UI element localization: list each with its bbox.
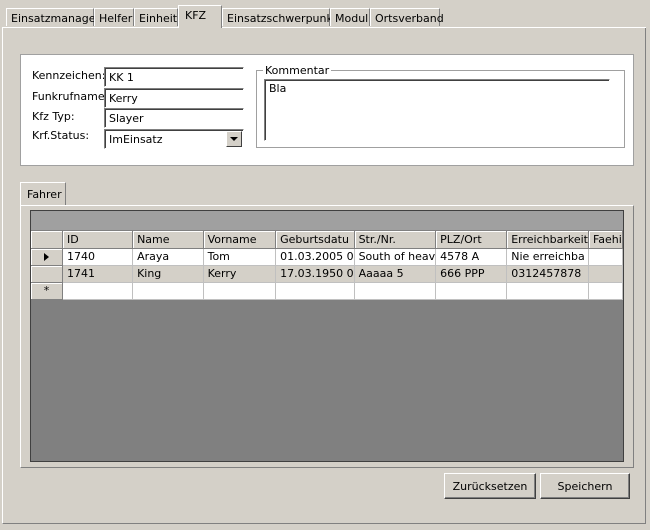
cell-empty[interactable] — [354, 282, 437, 300]
cell-strasse[interactable]: Aaaaa 5 — [354, 265, 437, 283]
vehicle-details-panel: Kennzeichen: KK 1 Funkrufname: Kerry Kfz… — [20, 54, 634, 166]
cell-erreichbarkeit[interactable]: Nie erreichba — [506, 248, 589, 266]
tab-ortsverband[interactable]: Ortsverband — [370, 8, 444, 26]
table-row[interactable]: 1740 Araya Tom 01.03.2005 0 South of hea… — [31, 248, 623, 266]
cell-empty[interactable] — [506, 282, 589, 300]
cell-plz-ort[interactable]: 4578 A — [435, 248, 508, 266]
tab-helfer[interactable]: Helfer — [94, 8, 134, 26]
tab-einheit[interactable]: Einheit — [134, 8, 178, 26]
kfztyp-label: Kfz Typ: — [32, 110, 75, 123]
cell-name[interactable]: King — [132, 265, 204, 283]
cell-id[interactable]: 1741 — [62, 265, 134, 283]
cell-id[interactable]: 1740 — [62, 248, 134, 266]
row-header-corner — [31, 231, 64, 249]
table-row[interactable]: 1741 King Kerry 17.03.1950 0 Aaaaa 5 666… — [31, 265, 623, 283]
row-header[interactable] — [31, 265, 64, 283]
status-select-value: ImEinsatz — [109, 133, 163, 146]
kommentar-group-title: Kommentar — [263, 64, 332, 77]
column-header-geburtsdatum[interactable]: Geburtsdatu — [275, 231, 355, 249]
tab-kfz[interactable]: KFZ — [178, 5, 222, 28]
cell-empty[interactable] — [62, 282, 134, 300]
cell-strasse[interactable]: South of heav — [354, 248, 437, 266]
column-header-name[interactable]: Name — [132, 231, 204, 249]
cell-empty[interactable] — [203, 282, 277, 300]
main-tab-strip: Einsatzmanager Helfer Einheit KFZ Einsat… — [0, 0, 650, 30]
kennzeichen-field[interactable]: KK 1 — [104, 67, 244, 87]
column-header-vorname[interactable]: Vorname — [203, 231, 277, 249]
kennzeichen-label: Kennzeichen: — [32, 69, 106, 82]
cell-name[interactable]: Araya — [132, 248, 204, 266]
grid-caption-bar — [31, 211, 623, 231]
column-header-strasse[interactable]: Str./Nr. — [354, 231, 437, 249]
new-row[interactable]: * — [31, 282, 623, 300]
tab-fahrer[interactable]: Fahrer — [20, 182, 66, 206]
save-button[interactable]: Speichern — [540, 473, 630, 499]
cell-plz-ort[interactable]: 666 PPP — [435, 265, 508, 283]
reset-button[interactable]: Zurücksetzen — [444, 473, 536, 499]
kfztyp-field[interactable]: Slayer — [104, 108, 244, 128]
column-header-erreichbarkeit[interactable]: Erreichbarkeit — [506, 231, 589, 249]
cell-faehigkeit[interactable] — [588, 265, 623, 283]
funkrufname-field[interactable]: Kerry — [104, 88, 244, 108]
fahrer-grid[interactable]: ID Name Vorname Geburtsdatu Str./Nr. PLZ… — [30, 210, 624, 462]
cell-empty[interactable] — [132, 282, 204, 300]
kommentar-textarea[interactable]: Bla — [264, 79, 610, 141]
fahrer-table: ID Name Vorname Geburtsdatu Str./Nr. PLZ… — [31, 231, 623, 300]
tab-modul[interactable]: Modul — [330, 8, 370, 26]
chevron-down-icon[interactable] — [226, 131, 242, 147]
cell-geburtsdatum[interactable]: 17.03.1950 0 — [275, 265, 355, 283]
column-header-plz-ort[interactable]: PLZ/Ort — [435, 231, 508, 249]
tab-einsatzschwerpunkt[interactable]: Einsatzschwerpunkt — [222, 8, 337, 26]
cell-empty[interactable] — [275, 282, 355, 300]
column-header-id[interactable]: ID — [62, 231, 134, 249]
cell-empty[interactable] — [435, 282, 508, 300]
current-row-arrow-icon[interactable] — [31, 248, 64, 266]
cell-geburtsdatum[interactable]: 01.03.2005 0 — [275, 248, 355, 266]
cell-erreichbarkeit[interactable]: 0312457878 — [506, 265, 589, 283]
new-row-asterisk-icon[interactable]: * — [31, 282, 64, 300]
cell-faehigkeit[interactable] — [588, 248, 623, 266]
status-select[interactable]: ImEinsatz — [104, 129, 244, 149]
tab-einsatzmanager[interactable]: Einsatzmanager — [6, 8, 100, 26]
column-header-faehigkeit[interactable]: Faehi — [588, 231, 623, 249]
cell-vorname[interactable]: Kerry — [203, 265, 277, 283]
funkrufname-label: Funkrufname: — [32, 90, 109, 103]
grid-header-row: ID Name Vorname Geburtsdatu Str./Nr. PLZ… — [31, 231, 623, 249]
cell-empty[interactable] — [588, 282, 623, 300]
cell-vorname[interactable]: Tom — [203, 248, 277, 266]
status-label: Krf.Status: — [32, 129, 90, 142]
